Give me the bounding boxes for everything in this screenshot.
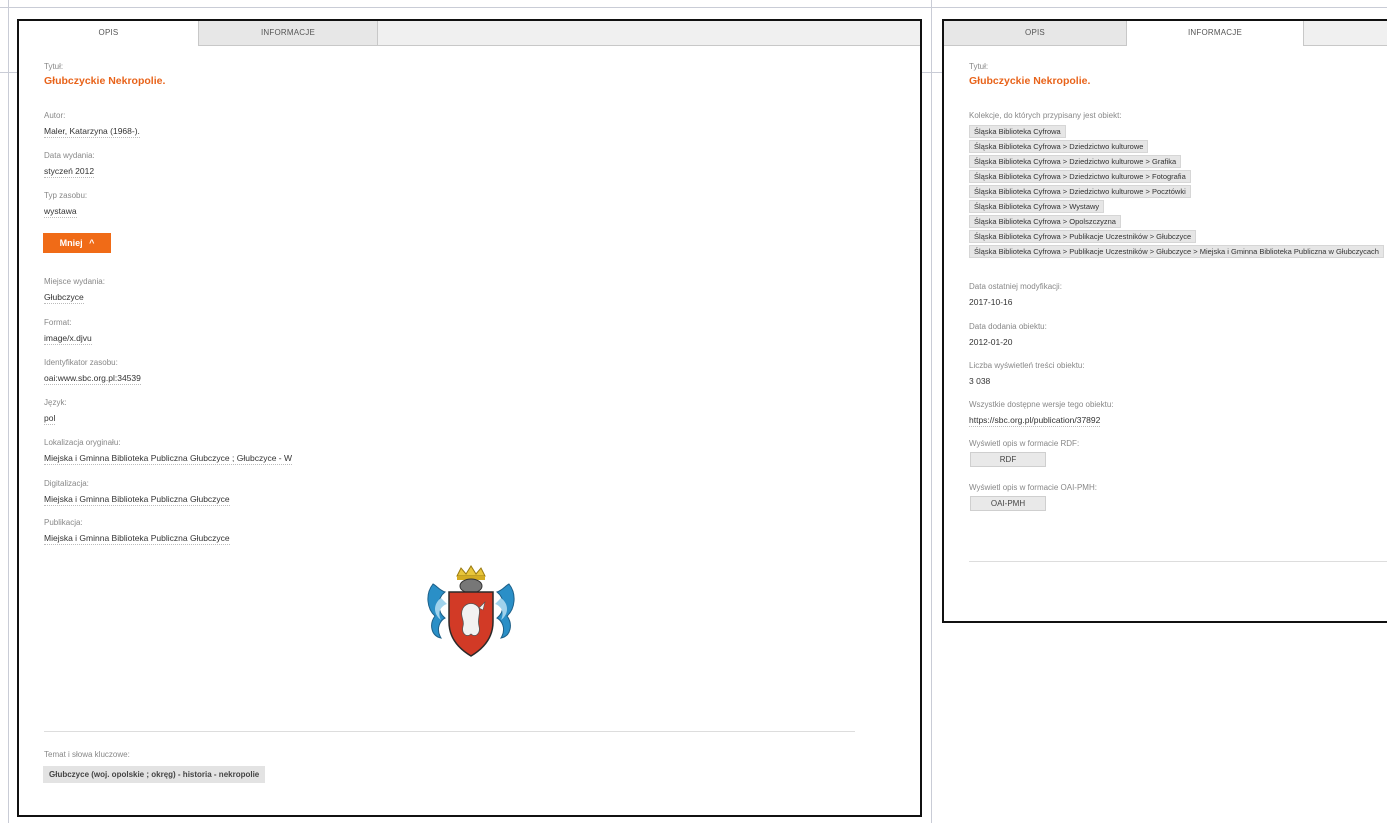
collection-tag[interactable]: Śląska Biblioteka Cyfrowa > Opolszczyzna: [969, 215, 1121, 228]
keywords-label: Temat i słowa kluczowe:: [44, 750, 130, 759]
language-field: Język: pol: [44, 398, 67, 426]
right-tabbar: OPIS INFORMACJE: [944, 21, 1387, 46]
location-label: Lokalizacja oryginału:: [44, 438, 121, 447]
oai-pmh-button[interactable]: OAI-PMH: [970, 496, 1046, 511]
format-field: Format: image/x.djvu: [44, 318, 92, 346]
rdf-field: Wyświetl opis w formacie RDF:: [969, 439, 1079, 449]
oai-label: Wyświetl opis w formacie OAI-PMH:: [969, 483, 1097, 492]
author-label: Autor:: [44, 111, 66, 120]
language-link[interactable]: pol: [44, 412, 56, 425]
publication-link[interactable]: Miejska i Gminna Biblioteka Publiczna Gł…: [44, 532, 230, 545]
place-field: Miejsce wydania: Głubczyce: [44, 277, 105, 305]
identifier-link[interactable]: oai:www.sbc.org.pl:34539: [44, 372, 141, 385]
background-line: [8, 0, 9, 823]
date-link[interactable]: styczeń 2012: [44, 165, 95, 178]
format-label: Format:: [44, 318, 72, 327]
type-field: Typ zasobu: wystawa: [44, 191, 87, 219]
divider: [44, 731, 855, 732]
title-field: Tytuł: Głubczyckie Nekropolie.: [44, 62, 165, 87]
versions-field: Wszystkie dostępne wersje tego obiektu: …: [969, 400, 1114, 428]
tab-informacje[interactable]: INFORMACJE: [1127, 21, 1304, 46]
collection-tag[interactable]: Śląska Biblioteka Cyfrowa > Dziedzictwo …: [969, 170, 1191, 183]
added-value: 2012-01-20: [969, 337, 1013, 347]
coat-of-arms-image: [427, 565, 515, 657]
collection-tag[interactable]: Śląska Biblioteka Cyfrowa > Wystawy: [969, 200, 1105, 213]
identifier-label: Identyfikator zasobu:: [44, 358, 118, 367]
title-value: Głubczyckie Nekropolie.: [969, 75, 1091, 87]
views-value: 3 038: [969, 376, 991, 386]
date-label: Data wydania:: [44, 151, 95, 160]
title-label: Tytuł:: [44, 62, 64, 71]
rdf-label: Wyświetl opis w formacie RDF:: [969, 439, 1080, 448]
publication-field: Publikacja: Miejska i Gminna Biblioteka …: [44, 518, 230, 546]
type-label: Typ zasobu:: [44, 191, 88, 200]
format-link[interactable]: image/x.djvu: [44, 332, 92, 345]
views-field: Liczba wyświetleń treści obiektu: 3 038: [969, 361, 1085, 389]
author-link[interactable]: Maler, Katarzyna (1968-).: [44, 125, 140, 138]
left-panel: OPIS INFORMACJE Tytuł: Głubczyckie Nekro…: [17, 19, 922, 817]
oai-field: Wyświetl opis w formacie OAI-PMH:: [969, 483, 1097, 493]
title-field: Tytuł: Głubczyckie Nekropolie.: [969, 62, 1090, 87]
versions-link[interactable]: https://sbc.org.pl/publication/37892: [969, 414, 1101, 427]
keyword-tag[interactable]: Głubczyce (woj. opolskie ; okręg) - hist…: [43, 766, 266, 783]
background-line: [0, 7, 1387, 8]
collection-tag[interactable]: Śląska Biblioteka Cyfrowa > Publikacje U…: [969, 230, 1197, 243]
tab-informacje[interactable]: INFORMACJE: [199, 21, 378, 45]
location-link[interactable]: Miejska i Gminna Biblioteka Publiczna Gł…: [44, 452, 293, 465]
collections-list: Śląska Biblioteka Cyfrowa Śląska Bibliot…: [969, 125, 1384, 260]
digitization-field: Digitalizacja: Miejska i Gminna Bibliote…: [44, 479, 230, 507]
title-label: Tytuł:: [969, 62, 989, 71]
added-label: Data dodania obiektu:: [969, 322, 1047, 331]
location-field: Lokalizacja oryginału: Miejska i Gminna …: [44, 438, 293, 466]
background-line: [931, 0, 932, 823]
publication-label: Publikacja:: [44, 518, 83, 527]
chevron-up-icon: ^: [89, 238, 95, 248]
language-label: Język:: [44, 398, 67, 407]
keywords-field: Temat i słowa kluczowe:: [44, 750, 130, 760]
digitization-label: Digitalizacja:: [44, 479, 89, 488]
views-label: Liczba wyświetleń treści obiektu:: [969, 361, 1085, 370]
author-field: Autor: Maler, Katarzyna (1968-).: [44, 111, 140, 139]
date-field: Data wydania: styczeń 2012: [44, 151, 95, 179]
divider: [969, 561, 1387, 562]
modified-value: 2017-10-16: [969, 297, 1013, 307]
collection-tag[interactable]: Śląska Biblioteka Cyfrowa > Dziedzictwo …: [969, 140, 1149, 153]
identifier-field: Identyfikator zasobu: oai:www.sbc.org.pl…: [44, 358, 141, 386]
collections-field: Kolekcje, do których przypisany jest obi…: [969, 111, 1122, 121]
left-tabbar: OPIS INFORMACJE: [19, 21, 920, 46]
place-link[interactable]: Głubczyce: [44, 291, 84, 304]
right-panel: OPIS INFORMACJE Tytuł: Głubczyckie Nekro…: [942, 19, 1387, 623]
collection-tag[interactable]: Śląska Biblioteka Cyfrowa > Dziedzictwo …: [969, 185, 1191, 198]
tab-opis[interactable]: OPIS: [944, 21, 1127, 45]
digitization-link[interactable]: Miejska i Gminna Biblioteka Publiczna Gł…: [44, 493, 230, 506]
modified-label: Data ostatniej modyfikacji:: [969, 282, 1062, 291]
place-label: Miejsce wydania:: [44, 277, 105, 286]
modified-field: Data ostatniej modyfikacji: 2017-10-16: [969, 282, 1062, 310]
collection-tag[interactable]: Śląska Biblioteka Cyfrowa > Publikacje U…: [969, 245, 1384, 258]
type-link[interactable]: wystawa: [44, 205, 77, 218]
versions-label: Wszystkie dostępne wersje tego obiektu:: [969, 400, 1114, 409]
title-value: Głubczyckie Nekropolie.: [44, 75, 166, 87]
rdf-button[interactable]: RDF: [970, 452, 1046, 467]
less-button-label: Mniej: [59, 238, 83, 248]
collections-label: Kolekcje, do których przypisany jest obi…: [969, 111, 1122, 120]
collection-tag[interactable]: Śląska Biblioteka Cyfrowa > Dziedzictwo …: [969, 155, 1182, 168]
collection-tag[interactable]: Śląska Biblioteka Cyfrowa: [969, 125, 1066, 138]
tab-opis[interactable]: OPIS: [19, 21, 199, 46]
less-button[interactable]: Mniej ^: [43, 233, 111, 253]
added-field: Data dodania obiektu: 2012-01-20: [969, 322, 1047, 350]
